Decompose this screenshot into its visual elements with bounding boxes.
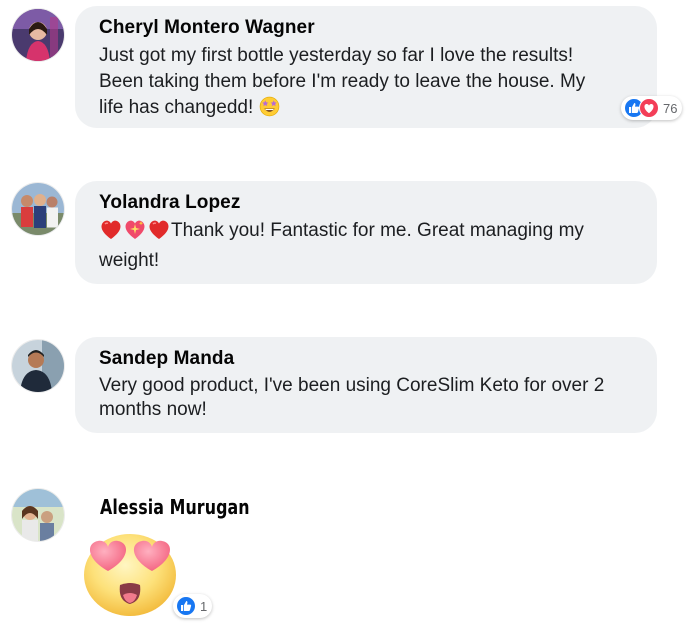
comment-text-line: Very good product, I've been using CoreS…	[99, 375, 605, 396]
reactions-alessia[interactable]: 1	[173, 594, 213, 618]
reaction-count: 1	[200, 598, 208, 614]
reactions-cheryl[interactable]: 76	[621, 96, 683, 120]
comment-text: Thank you! Fantastic for me. Great manag…	[99, 218, 633, 274]
star-struck-emoji	[259, 96, 280, 125]
comment-bubble-yolandra: Yolandra Lopez Thank you! Fantastic for …	[75, 181, 657, 284]
comment-bubble-sandep: Sandep Manda Very good product, I've bee…	[75, 337, 657, 433]
avatar-yolandra[interactable]	[12, 183, 64, 235]
sparkling-heart-emoji	[123, 218, 147, 248]
red-heart-emoji	[99, 218, 123, 248]
comment-author[interactable]: Yolandra Lopez	[99, 191, 633, 215]
comment-author[interactable]: Cheryl Montero Wagner	[99, 16, 633, 40]
avatar-alessia[interactable]	[12, 489, 64, 541]
love-icon	[639, 98, 659, 118]
comment-text-line: life has changedd!	[99, 97, 254, 118]
like-icon	[176, 596, 196, 616]
avatar-sandep[interactable]	[12, 340, 64, 392]
avatar-cheryl[interactable]	[12, 9, 64, 61]
comment-text-line: Been taking them before I'm ready to lea…	[99, 71, 586, 92]
heart-eyes-emoji	[78, 529, 182, 617]
red-heart-emoji	[147, 218, 171, 248]
comment-text: Very good product, I've been using CoreS…	[99, 374, 633, 422]
comment-text-line: months now!	[99, 399, 207, 420]
comment-text-line-first: Thank you! Fantastic for me. Great manag…	[99, 218, 633, 248]
comment-bubble-cheryl: Cheryl Montero Wagner Just got my first …	[75, 6, 657, 128]
comment-text: Just got my first bottle yesterday so fa…	[99, 43, 633, 125]
reaction-count: 76	[663, 100, 678, 116]
comment-text-line: Thank you! Fantastic for me. Great manag…	[171, 220, 584, 241]
comment-text-line: weight!	[99, 250, 160, 271]
comment-text-line: Just got my first bottle yesterday so fa…	[99, 45, 574, 66]
comment-author[interactable]: Alessia Murugan	[100, 495, 250, 519]
comment-author[interactable]: Sandep Manda	[99, 347, 633, 371]
comment-text-line-last: life has changedd!	[99, 95, 633, 125]
